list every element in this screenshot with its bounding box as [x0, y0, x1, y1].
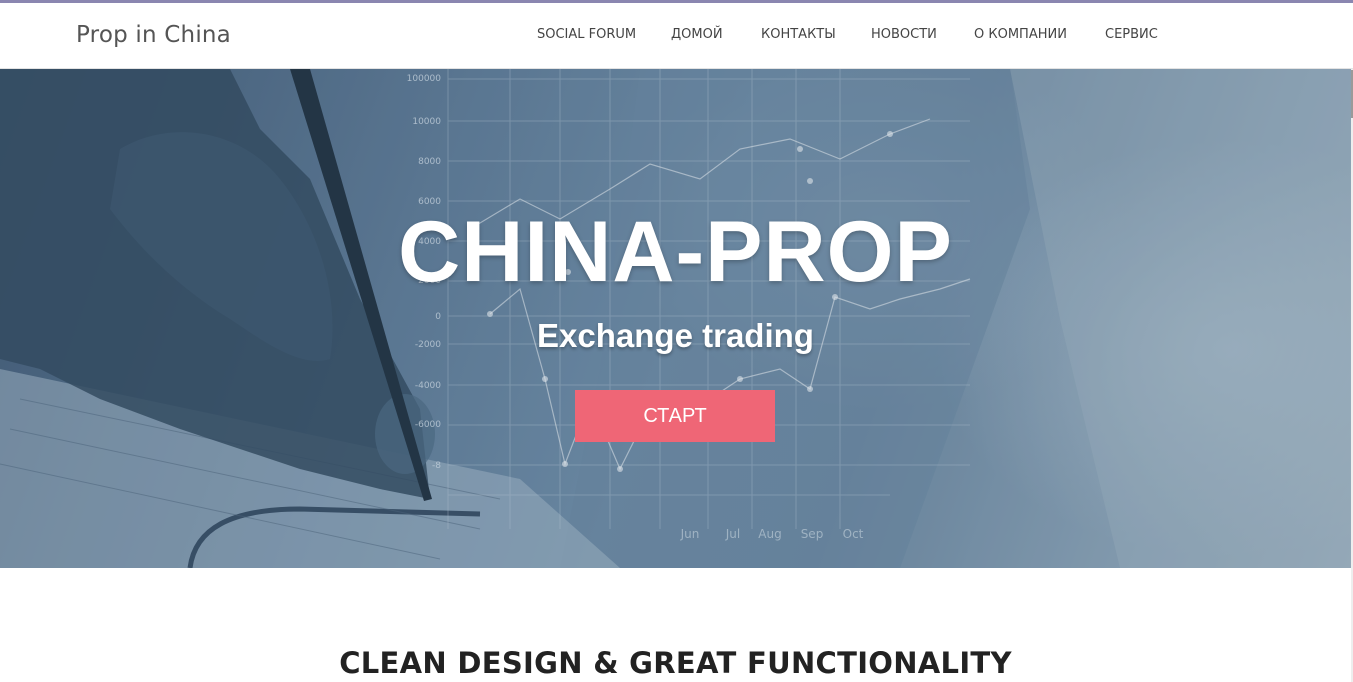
- hero-subtitle: Exchange trading: [537, 317, 814, 354]
- brand-logo[interactable]: Prop in China: [76, 22, 231, 48]
- nav-item-news[interactable]: НОВОСТИ: [871, 27, 937, 42]
- start-button[interactable]: СТАРТ: [575, 390, 775, 442]
- section-heading: CLEAN DESIGN & GREAT FUNCTIONALITY: [339, 646, 1012, 680]
- nav-item-home[interactable]: ДОМОЙ: [671, 27, 723, 42]
- navbar: Prop in China SOCIAL FORUM ДОМОЙ КОНТАКТ…: [0, 3, 1353, 69]
- hero-section: 100000 10000 8000 6000 4000 2000 0 -2000…: [0, 69, 1351, 568]
- hero-title: CHINA-PROP: [398, 204, 953, 300]
- nav-item-social-forum[interactable]: SOCIAL FORUM: [537, 27, 636, 42]
- nav-item-contacts[interactable]: КОНТАКТЫ: [761, 27, 836, 42]
- nav-item-about[interactable]: О КОМПАНИИ: [974, 27, 1067, 42]
- nav-item-service[interactable]: СЕРВИС: [1105, 27, 1158, 42]
